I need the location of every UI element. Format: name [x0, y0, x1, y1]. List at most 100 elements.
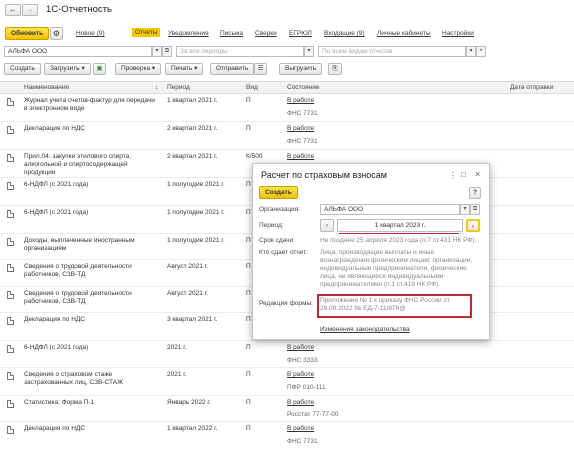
reports-filter[interactable]: По всем видам отчетов: [318, 46, 466, 57]
document-icon: [7, 345, 14, 353]
dialog-period-field[interactable]: 1 квартал 2023 г.: [337, 219, 463, 232]
row-name: Сведения о трудовой деятельности работни…: [24, 263, 132, 278]
help-button[interactable]: ?: [469, 187, 481, 199]
org-filter[interactable]: АЛЬФА ООО: [4, 46, 152, 57]
sort-icon: ↓: [155, 84, 159, 91]
reports-clear-icon[interactable]: ×: [476, 46, 486, 57]
row-period: 1 квартал 2021 г.: [167, 97, 218, 104]
period-dropdown-icon[interactable]: ▾: [304, 46, 314, 57]
row-agency: Росстат 77-77-00: [287, 411, 339, 418]
row-state-link[interactable]: В работе: [287, 344, 314, 352]
col-period[interactable]: Период: [167, 82, 190, 93]
print-button[interactable]: Печать ▾: [165, 63, 204, 75]
list-icon[interactable]: ☰: [254, 63, 267, 75]
send-button[interactable]: Отправить: [210, 63, 255, 75]
dialog-org-open-icon[interactable]: ⧉: [470, 204, 480, 215]
table-row[interactable]: Декларация по НДС 1 квартал 2022 г. П В …: [0, 422, 574, 450]
row-kind: П: [246, 181, 251, 188]
document-icon: [7, 291, 14, 299]
load-button[interactable]: Загрузить ▾: [44, 63, 91, 75]
period-next-button[interactable]: ›: [466, 219, 480, 232]
document-icon: [7, 210, 14, 218]
forward-button[interactable]: →: [22, 4, 38, 16]
table-row[interactable]: Декларация по НДС 2 квартал 2021 г. П В …: [0, 122, 574, 150]
dialog-org-dropdown-icon[interactable]: ▾: [460, 204, 470, 215]
col-kind[interactable]: Вид: [246, 82, 258, 93]
row-name: Декларация по НДС: [24, 425, 85, 432]
tab-reconciliation[interactable]: Сверки: [255, 30, 277, 37]
dialog-org-field[interactable]: АЛЬФА ООО: [320, 204, 460, 215]
row-state-link[interactable]: В работе: [287, 153, 314, 161]
period-prev-button[interactable]: ‹: [320, 219, 334, 232]
row-period: 2 квартал 2021 г.: [167, 125, 218, 132]
row-agency: ФНС 7731: [287, 138, 318, 145]
row-kind: П: [246, 371, 251, 378]
col-date[interactable]: Дата отправки: [510, 82, 553, 93]
insurance-contributions-dialog: Расчет по страховым взносам ⋮ □ × Создат…: [252, 163, 490, 340]
reports-dropdown-icon[interactable]: ▾: [466, 46, 476, 57]
check-button[interactable]: Проверка ▾: [115, 63, 162, 75]
row-name: 6-НДФЛ (с 2021 года): [24, 181, 89, 188]
document-icon: [7, 317, 14, 325]
document-icon: [7, 154, 14, 162]
row-kind: П: [246, 344, 251, 351]
create-button[interactable]: Создать: [4, 63, 41, 75]
row-period: 1 полугодие 2021 г.: [167, 181, 225, 188]
org-open-icon[interactable]: ⧉: [162, 46, 172, 57]
archive-icon[interactable]: ▣: [93, 63, 106, 75]
deadline-label: Срок сдачи:: [259, 237, 295, 244]
table-row[interactable]: Статистика: Форма П-1 Январь 2022 г. П В…: [0, 396, 574, 422]
back-button[interactable]: ←: [5, 4, 21, 16]
dialog-create-button[interactable]: Создать: [259, 186, 298, 199]
maximize-icon[interactable]: □: [461, 170, 466, 179]
row-kind: П: [246, 425, 251, 432]
page-title: 1С-Отчетность: [46, 4, 112, 15]
tab-cabinets[interactable]: Личные кабинеты: [377, 30, 431, 37]
refresh-button[interactable]: Обновить: [5, 27, 50, 40]
row-kind: П: [246, 263, 251, 270]
row-name: Прил.04: закупки этилового спирта, алког…: [24, 153, 132, 176]
row-state-link[interactable]: В работе: [287, 125, 314, 133]
clip-icon[interactable]: ⎘: [328, 63, 342, 75]
row-name: Сведения о страховом стаже застрахованны…: [24, 371, 124, 386]
who-label: Кто сдает отчет:: [259, 249, 308, 256]
table-row[interactable]: Сведения о страховом стаже застрахованны…: [0, 368, 574, 396]
row-kind: П: [246, 316, 251, 323]
tab-settings[interactable]: Настройки: [442, 30, 474, 37]
row-period: Январь 2022 г.: [167, 399, 211, 406]
gear-icon[interactable]: ⚙: [50, 27, 63, 40]
document-icon: [7, 372, 14, 380]
document-icon: [7, 98, 14, 106]
row-name: Журнал учета счетов-фактур для передачи …: [24, 97, 155, 112]
table-row[interactable]: 6-НДФЛ (с 2021 года) 2021 г. П В работе …: [0, 341, 574, 368]
dialog-period-value: 1 квартал 2023 г.: [374, 222, 426, 229]
row-state-link[interactable]: В работе: [287, 371, 314, 379]
close-icon[interactable]: ×: [475, 169, 480, 179]
document-icon: [7, 426, 14, 434]
row-state-link[interactable]: В работе: [287, 97, 314, 105]
row-name: Сведения о трудовой деятельности работни…: [24, 290, 132, 305]
period-underline: [339, 233, 459, 234]
law-changes-link[interactable]: Изменения законодательства: [320, 326, 410, 333]
tab-incoming[interactable]: Входящие (9): [324, 30, 365, 37]
org-dropdown-icon[interactable]: ▾: [152, 46, 162, 57]
col-name[interactable]: Наименование: [24, 82, 69, 93]
row-state-link[interactable]: В работе: [287, 425, 314, 433]
col-state[interactable]: Состояние: [287, 82, 319, 93]
unload-button[interactable]: Выгрузить: [279, 63, 323, 75]
row-name: Статистика: Форма П-1: [24, 399, 95, 406]
row-period: 1 полугодие 2021 г.: [167, 237, 225, 244]
load-label: Загрузить: [50, 65, 80, 72]
period-filter[interactable]: За все периоды: [176, 46, 304, 57]
tab-notifications[interactable]: Уведомления: [168, 30, 209, 37]
more-icon[interactable]: ⋮: [449, 171, 457, 180]
document-icon: [7, 182, 14, 190]
tab-egrul[interactable]: ЕГРЮЛ: [289, 30, 312, 37]
row-state-link[interactable]: В работе: [287, 399, 314, 407]
who-value: Лица, производящие выплаты и иные вознаг…: [320, 249, 473, 288]
row-agency: ФНС 7731: [287, 110, 318, 117]
tab-letters[interactable]: Письма: [220, 30, 243, 37]
link-new[interactable]: Новое (9): [76, 30, 105, 37]
tab-reports[interactable]: Отчеты: [132, 28, 161, 37]
table-row[interactable]: Журнал учета счетов-фактур для передачи …: [0, 94, 574, 122]
